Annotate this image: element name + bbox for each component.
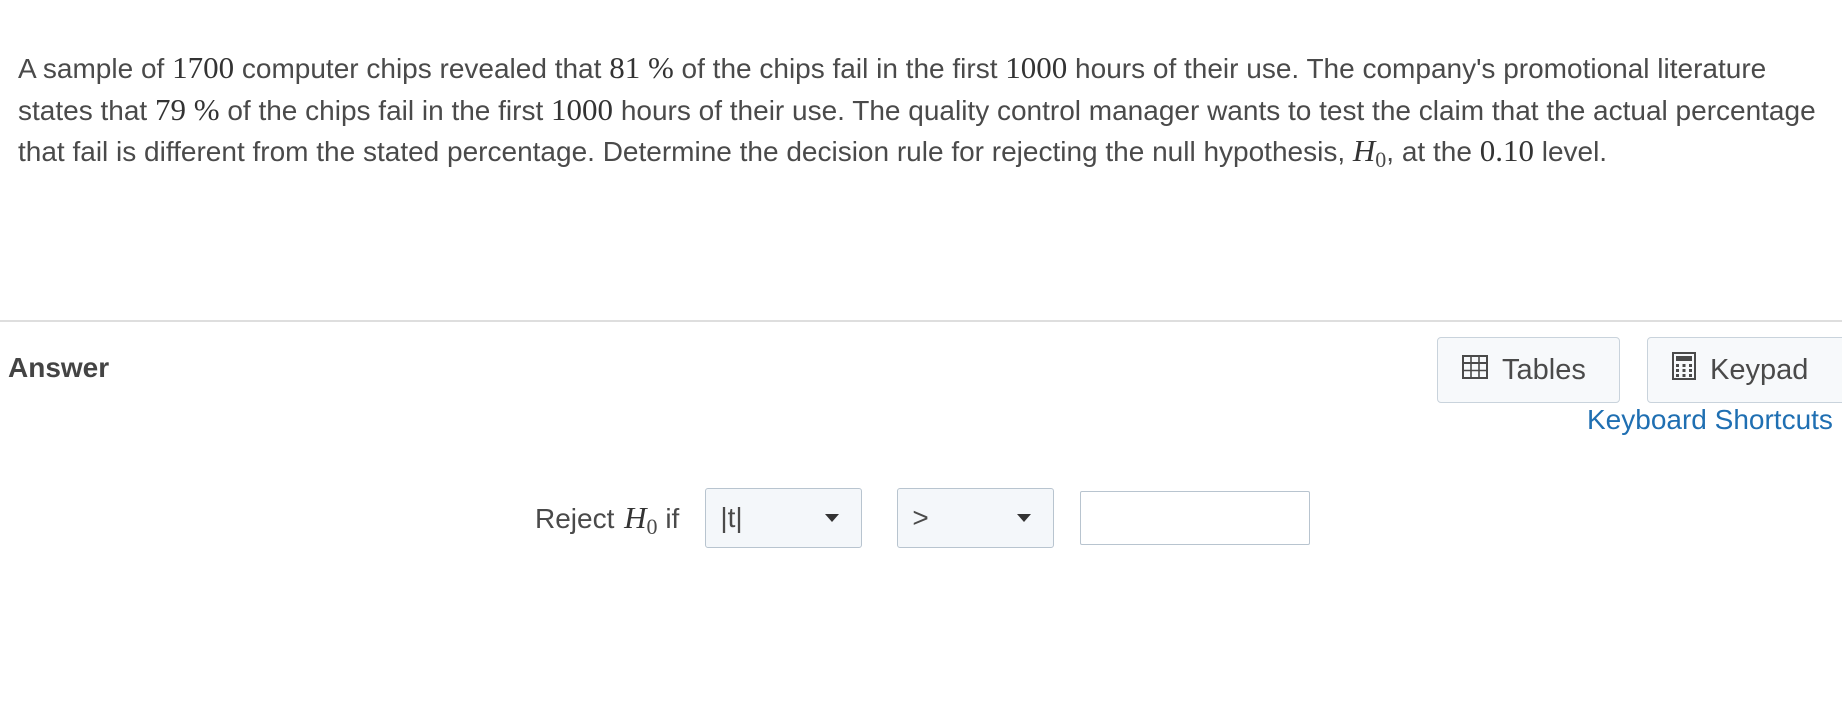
keyboard-shortcuts-link[interactable]: Keyboard Shortcuts <box>1587 404 1833 436</box>
calculator-icon <box>1672 352 1710 388</box>
question-text-part: of the chips fail in the first <box>219 94 552 126</box>
question-text: A sample of 1700 computer chips revealed… <box>18 48 1818 175</box>
table-grid-icon <box>1462 354 1502 387</box>
sample-size-value: 1700 <box>172 50 235 85</box>
question-text-part: computer chips revealed that <box>234 53 610 84</box>
null-hypothesis-subscript: 0 <box>1375 147 1387 172</box>
question-text-part: level. <box>1533 136 1608 167</box>
caret-down-icon <box>825 514 840 522</box>
comparison-operator-select[interactable]: > <box>897 488 1055 548</box>
question-text-part: of the chips fail in the first <box>673 53 1006 84</box>
keypad-button[interactable]: Keypad <box>1647 337 1842 403</box>
tables-button[interactable]: Tables <box>1437 337 1620 403</box>
null-hypothesis-subscript: 0 <box>646 514 658 539</box>
test-statistic-selected-value: |t| <box>720 502 743 533</box>
stated-percentage-value: 79 % <box>154 91 220 127</box>
hours-value: 1000 <box>1005 50 1068 85</box>
caret-down-icon <box>1017 514 1032 522</box>
question-text-part: , at the <box>1386 136 1480 167</box>
reject-label: Reject H0 if <box>535 500 680 539</box>
observed-percentage-value: 81 % <box>609 50 674 85</box>
critical-value-input[interactable] <box>1080 491 1311 545</box>
null-hypothesis-symbol: H <box>624 500 647 535</box>
keypad-button-label: Keypad <box>1710 353 1809 386</box>
hours-value: 1000 <box>551 91 614 127</box>
answer-heading: Answer <box>8 352 110 383</box>
section-divider <box>0 320 1842 322</box>
reject-label-text: Reject <box>535 503 623 534</box>
comparison-operator-selected-value: > <box>912 502 929 533</box>
decision-rule-row: Reject H0 if |t| > <box>535 488 1311 548</box>
tables-button-label: Tables <box>1502 353 1586 386</box>
null-hypothesis-symbol: H <box>1352 133 1376 168</box>
test-statistic-select[interactable]: |t| <box>705 488 863 548</box>
question-text-part: A sample of <box>18 53 173 84</box>
reject-label-text: if <box>657 503 680 534</box>
significance-level-value: 0.10 <box>1479 133 1534 168</box>
